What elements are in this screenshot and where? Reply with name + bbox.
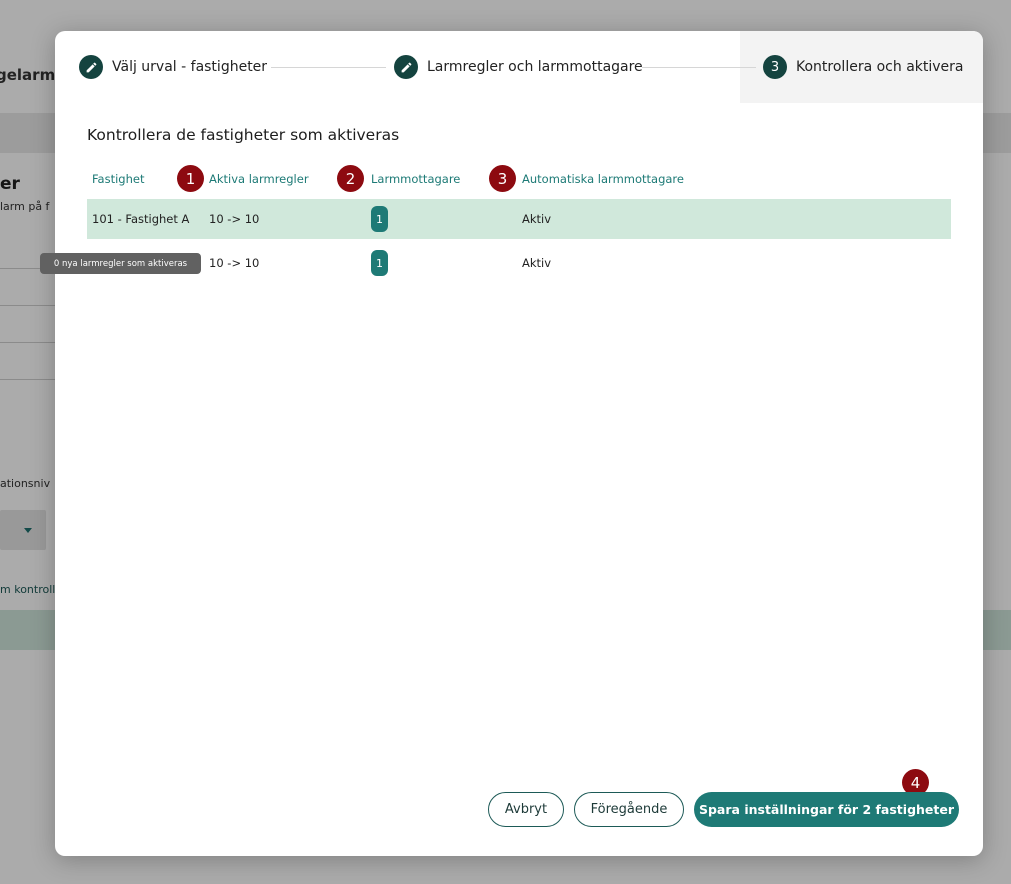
activation-wizard-modal: Välj urval - fastigheter Larmregler och …: [55, 31, 983, 856]
column-header-active-rules[interactable]: Aktiva larmregler: [209, 172, 309, 186]
cell-property: 101 - Fastighet A: [92, 212, 190, 226]
receivers-count-badge[interactable]: 1: [371, 250, 388, 276]
annotation-marker: 1: [177, 165, 204, 192]
step-review-activate: 3 Kontrollera och aktivera: [763, 55, 964, 79]
step-label: Kontrollera och aktivera: [796, 59, 964, 75]
annotation-marker: 3: [489, 165, 516, 192]
wizard-stepper: Välj urval - fastigheter Larmregler och …: [55, 31, 983, 103]
step-label: Välj urval - fastigheter: [112, 59, 268, 75]
step-label: Larmregler och larmmottagare: [427, 59, 643, 75]
receivers-count-badge[interactable]: 1: [371, 206, 388, 232]
rules-tooltip: 0 nya larmregler som aktiveras: [40, 253, 201, 274]
step-connector: [642, 67, 756, 68]
column-header-property[interactable]: Fastighet: [92, 172, 144, 186]
column-header-auto-receivers[interactable]: Automatiska larmmottagare: [522, 172, 684, 186]
step-alarm-rules[interactable]: Larmregler och larmmottagare: [394, 55, 643, 79]
section-title: Kontrollera de fastigheter som aktiveras: [87, 126, 400, 144]
save-settings-button[interactable]: Spara inställningar för 2 fastigheter: [694, 792, 959, 827]
annotation-marker: 2: [337, 165, 364, 192]
step-number-badge: 3: [763, 55, 787, 79]
table-row[interactable]: 101 - Fastighet A 10 -> 10 1 Aktiv: [87, 199, 951, 239]
column-header-receivers[interactable]: Larmmottagare: [371, 172, 460, 186]
pencil-icon: [394, 55, 418, 79]
pencil-icon: [79, 55, 103, 79]
cell-active-rules: 10 -> 10: [209, 212, 260, 226]
cell-auto-receivers: Aktiv: [522, 256, 552, 270]
table-row[interactable]: 10 -> 10 1 Aktiv: [87, 243, 951, 283]
cell-active-rules: 10 -> 10: [209, 256, 260, 270]
step-connector: [271, 67, 386, 68]
step-select-properties[interactable]: Välj urval - fastigheter: [79, 55, 267, 79]
cell-auto-receivers: Aktiv: [522, 212, 552, 226]
previous-button[interactable]: Föregående: [574, 792, 684, 827]
cancel-button[interactable]: Avbryt: [488, 792, 564, 827]
